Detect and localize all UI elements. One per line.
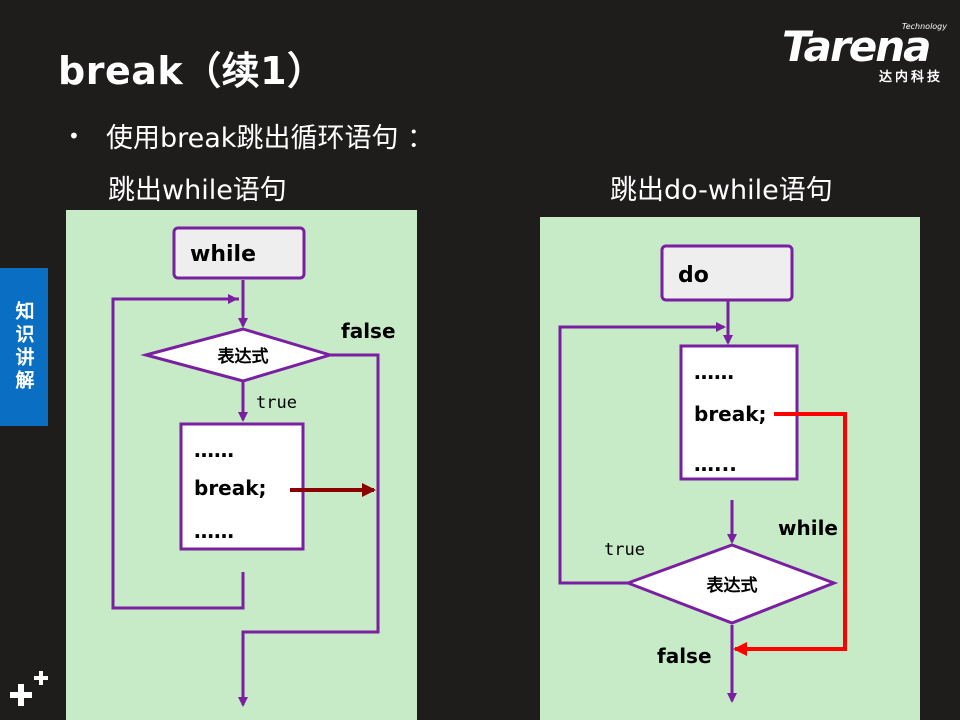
do-condition-label: 表达式 xyxy=(707,575,758,596)
slide-title: break（续1） xyxy=(58,49,326,93)
section-title-while: 跳出while语句 xyxy=(108,175,287,206)
while-condition-label: 表达式 xyxy=(218,346,269,367)
do-body-break: break; xyxy=(694,402,767,426)
while-false-label: false xyxy=(341,319,396,343)
while-true-label: true xyxy=(256,393,297,413)
do-body-line: …... xyxy=(694,452,737,476)
while-start-label: while xyxy=(190,242,256,267)
while-flowchart-panel: while 表达式 false true …… break; …… xyxy=(66,210,417,720)
do-body-line: …… xyxy=(694,360,734,384)
do-while-flowchart: do …… break; …... 表达式 true while false xyxy=(558,244,847,703)
while-body-line: …… xyxy=(194,519,234,543)
while-body-line: …… xyxy=(194,438,234,462)
while-flowchart: while 表达式 false true …… break; …… xyxy=(111,226,396,707)
side-tab[interactable]: 知识讲解 xyxy=(0,268,48,426)
section-title-do-while: 跳出do-while语句 xyxy=(610,175,833,206)
tarena-logo: Technology Tarena 达内科技 xyxy=(782,22,947,85)
do-true-label: true xyxy=(604,540,645,560)
bullet-text: 使用break跳出循环语句 ： xyxy=(106,123,435,154)
side-tab-label: 知识讲解 xyxy=(12,301,35,393)
logo-wordmark: Tarena xyxy=(782,22,931,71)
do-while-flowchart-panel: do …… break; …... 表达式 true while false xyxy=(540,217,920,720)
plus-icon xyxy=(10,671,48,706)
bullet-marker: • xyxy=(68,124,80,148)
do-while-label: while xyxy=(778,516,838,540)
logo-chinese: 达内科技 xyxy=(878,70,943,85)
while-body-break: break; xyxy=(194,476,267,500)
do-false-label: false xyxy=(657,644,712,668)
do-start-label: do xyxy=(678,263,709,288)
